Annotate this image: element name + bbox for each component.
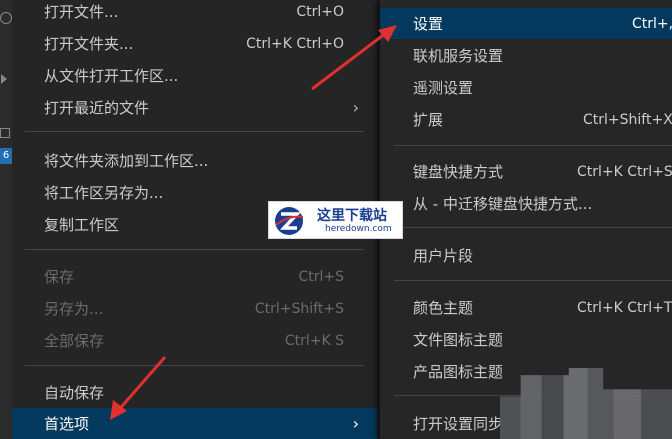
menu-item-label: 保存 [44, 268, 75, 286]
menu-separator [25, 365, 364, 366]
menu-item-auto-save[interactable]: 自动保存 [12, 377, 377, 408]
menu-item-label: 联机服务设置 [413, 47, 504, 65]
menu-item-label: 另存为... [44, 300, 104, 318]
menu-item-label: 文件图标主题 [413, 331, 504, 349]
menu-item-label: 产品图标主题 [413, 363, 504, 381]
menu-item-shortcut: Ctrl+S [298, 268, 344, 285]
menu-separator [394, 227, 672, 228]
menu-item-save[interactable]: 保存 Ctrl+S [12, 261, 377, 292]
activity-icon-1[interactable] [0, 12, 12, 24]
watermark-title: 这里下载站 [317, 208, 387, 224]
submenu-item-user-snippets[interactable]: 用户片段 [380, 240, 672, 271]
menu-item-shortcut: Ctrl+Shift+X [583, 111, 672, 128]
heredown-logo-icon [275, 207, 304, 235]
menu-separator [394, 280, 672, 281]
submenu-item-color-theme[interactable]: 颜色主题 Ctrl+K Ctrl+T [380, 292, 672, 323]
menu-item-label: 扩展 [413, 111, 444, 129]
submenu-item-extensions[interactable]: 扩展 Ctrl+Shift+X [380, 104, 672, 135]
menu-item-shortcut: Ctrl+K Ctrl+T [577, 299, 672, 316]
menu-item-open-folder[interactable]: 打开文件夹... Ctrl+K Ctrl+O [12, 28, 377, 59]
menu-item-label: 设置 [413, 15, 444, 33]
menu-separator [25, 131, 364, 132]
menu-separator [394, 145, 672, 146]
notification-badge: 6 [0, 148, 12, 164]
menu-item-label: 遥测设置 [413, 79, 474, 97]
submenu-item-migrate-keybindings[interactable]: 从 - 中迁移键盘快捷方式... [380, 188, 672, 219]
menu-item-label: 键盘快捷方式 [413, 163, 504, 181]
menu-item-label: 自动保存 [44, 384, 105, 402]
menu-item-label: 打开设置同步 [413, 415, 504, 433]
menu-item-shortcut: Ctrl+Shift+S [254, 300, 344, 317]
menu-separator [25, 249, 364, 250]
menu-item-shortcut: Ctrl+K S [284, 332, 344, 349]
menu-item-label: 打开文件夹... [44, 35, 134, 53]
chevron-right-icon: › [352, 414, 359, 433]
menu-item-label: 从文件打开工作区... [44, 67, 179, 85]
menu-item-label: 用户片段 [413, 247, 474, 265]
menu-item-label: 全部保存 [44, 332, 105, 350]
menu-item-add-folder-to-workspace[interactable]: 将文件夹添加到工作区... [12, 145, 377, 176]
run-icon[interactable] [1, 74, 7, 84]
menu-item-shortcut: Ctrl+K Ctrl+S [577, 163, 672, 180]
submenu-item-keyboard-shortcuts[interactable]: 键盘快捷方式 Ctrl+K Ctrl+S [380, 156, 672, 187]
submenu-item-settings[interactable]: 设置 Ctrl+, [380, 8, 672, 39]
menu-item-save-all[interactable]: 全部保存 Ctrl+K S [12, 325, 377, 356]
menu-item-save-as[interactable]: 另存为... Ctrl+Shift+S [12, 293, 377, 324]
menu-item-open-recent[interactable]: 打开最近的文件 › [12, 92, 377, 123]
submenu-item-online-services[interactable]: 联机服务设置 [380, 40, 672, 71]
menu-item-label: 从 - 中迁移键盘快捷方式... [413, 195, 593, 213]
menu-item-label: 打开文件... [44, 3, 119, 21]
menu-item-shortcut: Ctrl+, [632, 15, 672, 32]
preferences-submenu: 设置 Ctrl+, 联机服务设置 遥测设置 扩展 Ctrl+Shift+X 键盘… [380, 0, 672, 439]
watermark-subtitle: heredown.com [325, 224, 392, 234]
menu-item-open-file[interactable]: 打开文件... Ctrl+O [12, 0, 377, 27]
submenu-item-telemetry[interactable]: 遥测设置 [380, 72, 672, 103]
menu-item-open-workspace[interactable]: 从文件打开工作区... [12, 60, 377, 91]
menu-item-label: 首选项 [44, 415, 90, 433]
activity-bar: 6 [0, 0, 12, 439]
menu-item-shortcut: Ctrl+K Ctrl+O [246, 35, 344, 52]
menu-item-label: 将工作区另存为... [44, 184, 164, 202]
chevron-right-icon: › [352, 98, 359, 117]
menu-item-label: 颜色主题 [413, 299, 474, 317]
menu-item-preferences[interactable]: 首选项 › [12, 408, 377, 439]
menu-item-shortcut: Ctrl+O [296, 3, 344, 20]
extensions-icon[interactable] [0, 128, 10, 138]
submenu-item-file-icon-theme[interactable]: 文件图标主题 [380, 324, 672, 355]
menu-item-label: 将文件夹添加到工作区... [44, 152, 209, 170]
menu-item-label: 打开最近的文件 [44, 99, 150, 117]
watermark: 这里下载站 heredown.com [268, 201, 403, 239]
menu-item-label: 复制工作区 [44, 216, 120, 234]
